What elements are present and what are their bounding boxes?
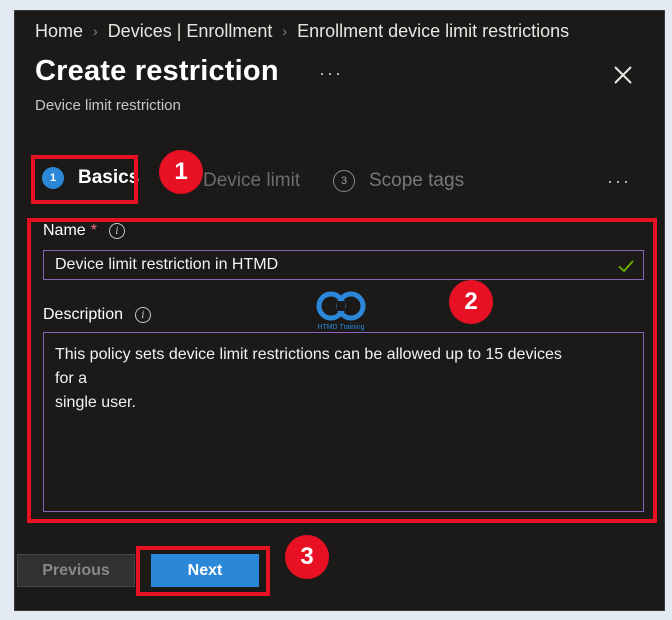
step-number-icon: 3 [333, 170, 355, 192]
previous-button[interactable]: Previous [17, 554, 135, 587]
annotation-badge-2: 2 [449, 280, 493, 324]
annotation-box-next [136, 546, 270, 596]
page-subtitle: Device limit restriction [35, 97, 181, 114]
tab-device-limit[interactable]: Device limit [203, 170, 300, 192]
close-icon[interactable] [611, 63, 635, 87]
annotation-box-form [27, 218, 657, 523]
page-title: Create restriction [35, 55, 279, 87]
tab-device-limit-label: Device limit [203, 170, 301, 191]
chevron-right-icon: › [93, 23, 98, 39]
more-options-button[interactable]: ··· [319, 63, 343, 84]
annotation-badge-1: 1 [159, 150, 203, 194]
chevron-right-icon: › [282, 23, 288, 39]
breadcrumb-home[interactable]: Home [35, 21, 83, 42]
annotation-box-basics [31, 155, 138, 204]
breadcrumb-enrollment-restrictions[interactable]: Enrollment device limit restrictions [297, 21, 569, 42]
annotation-badge-3: 3 [285, 535, 329, 579]
breadcrumb: Home › Devices | Enrollment › Enrollment… [35, 20, 569, 42]
tab-scope-tags[interactable]: 3 Scope tags [333, 170, 464, 192]
breadcrumb-devices-enrollment[interactable]: Devices | Enrollment [108, 21, 273, 42]
tabs-more-button[interactable]: ··· [607, 171, 631, 192]
tab-scope-tags-label: Scope tags [369, 170, 465, 191]
